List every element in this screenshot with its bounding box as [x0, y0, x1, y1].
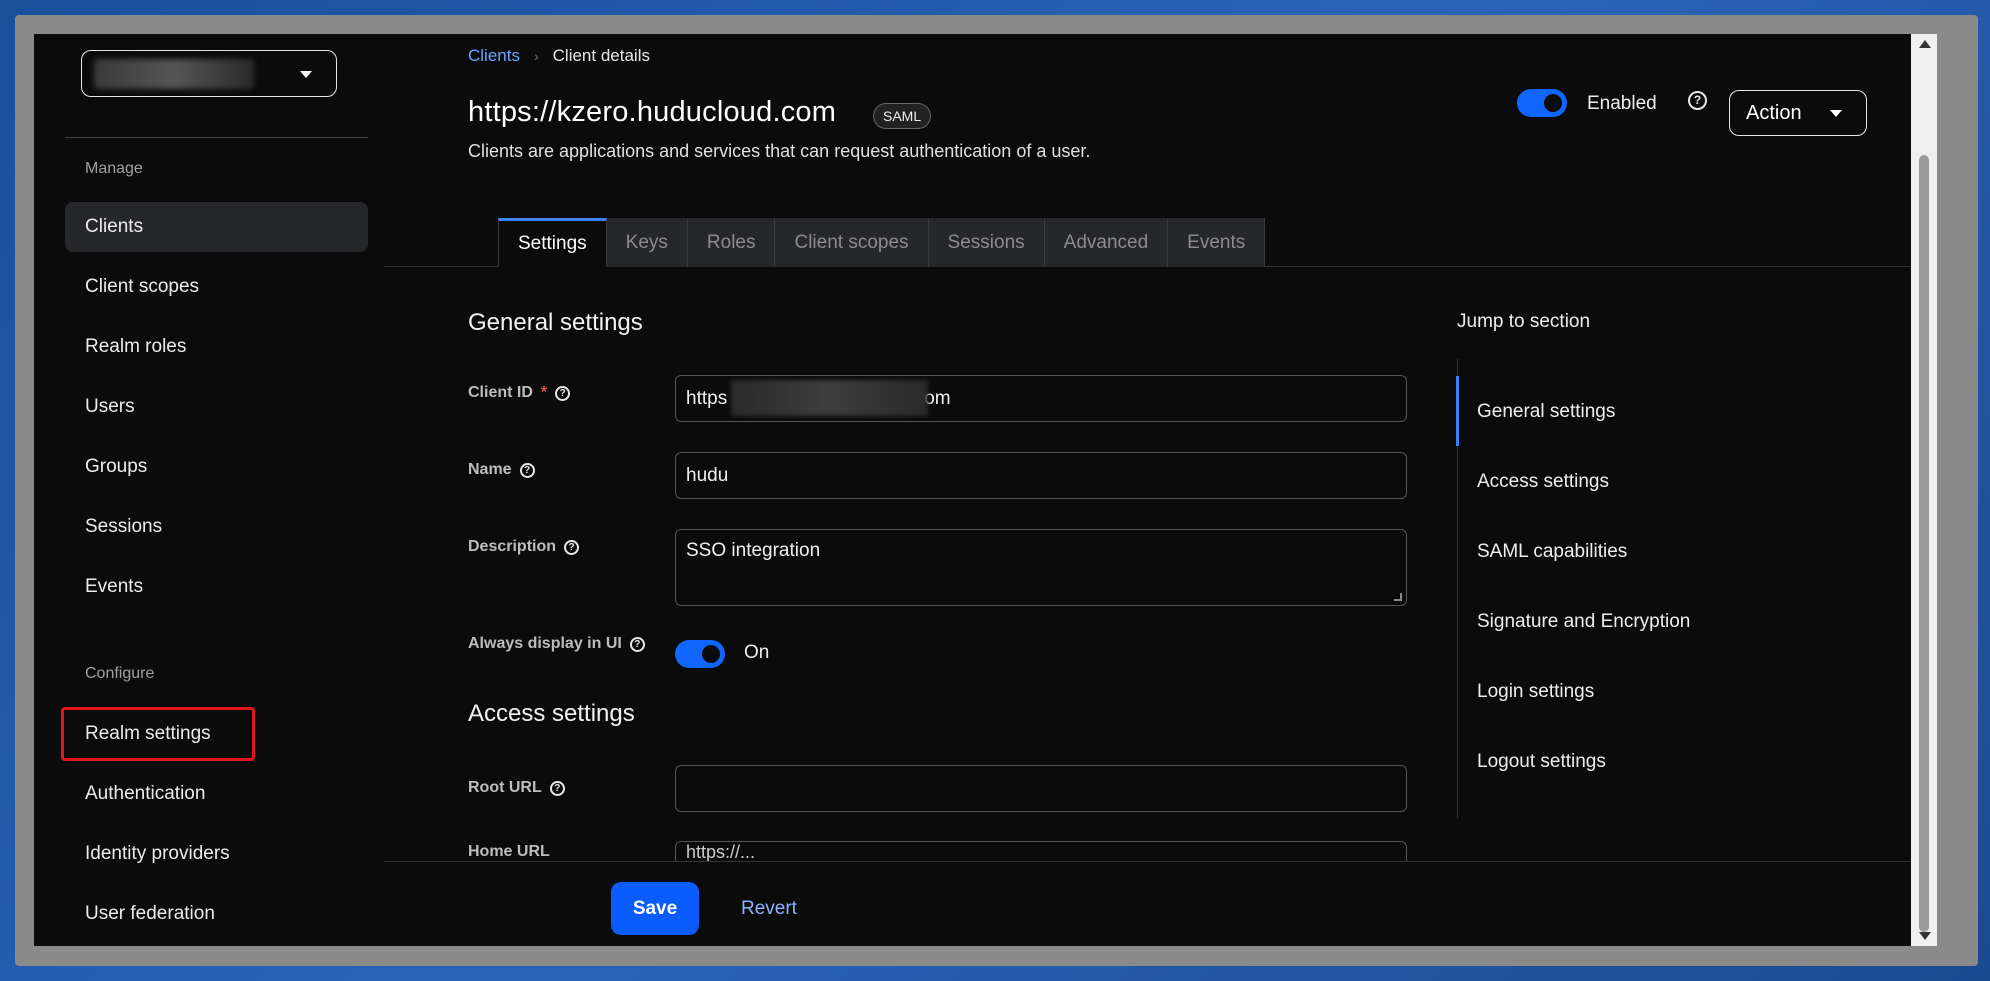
- scroll-thumb[interactable]: [1919, 155, 1929, 932]
- page-subtitle: Clients are applications and services th…: [468, 141, 1091, 161]
- tab-roles[interactable]: Roles: [687, 218, 776, 267]
- jump-access-settings[interactable]: Access settings: [1477, 471, 1609, 493]
- chevron-down-icon: [300, 71, 312, 78]
- name-label-text: Name: [468, 461, 512, 478]
- always-display-toggle[interactable]: [675, 640, 725, 668]
- action-dropdown-button[interactable]: Action: [1729, 90, 1867, 136]
- tab-bar: Settings Keys Roles Client scopes Sessio…: [498, 218, 1266, 267]
- client-id-label-text: Client ID: [468, 384, 533, 401]
- sidebar: Manage Clients Client scopes Realm roles…: [34, 34, 384, 946]
- sidebar-item-sessions[interactable]: Sessions: [65, 502, 368, 552]
- realm-settings-highlight: [61, 707, 255, 761]
- tab-settings[interactable]: Settings: [498, 218, 607, 267]
- tab-advanced[interactable]: Advanced: [1044, 218, 1169, 267]
- vertical-scrollbar[interactable]: [1911, 34, 1937, 946]
- sidebar-item-user-federation[interactable]: User federation: [65, 889, 368, 939]
- save-button[interactable]: Save: [611, 882, 699, 935]
- client-id-redaction: [731, 380, 928, 416]
- enabled-toggle[interactable]: [1517, 89, 1567, 117]
- revert-button[interactable]: Revert: [741, 898, 797, 920]
- sidebar-item-clients[interactable]: Clients: [65, 202, 368, 252]
- help-icon[interactable]: ?: [555, 385, 571, 401]
- always-display-value: On: [744, 642, 770, 663]
- client-id-suffix: om: [924, 388, 951, 409]
- help-icon[interactable]: ?: [549, 780, 565, 796]
- jump-active-indicator: [1456, 376, 1459, 446]
- jump-general-settings[interactable]: General settings: [1477, 401, 1615, 423]
- scroll-down-icon[interactable]: [1919, 932, 1931, 940]
- always-display-label-text: Always display in UI: [468, 635, 622, 652]
- client-id-input[interactable]: https om: [675, 375, 1407, 422]
- root-url-label-text: Root URL: [468, 779, 542, 796]
- name-input[interactable]: hudu: [675, 452, 1407, 499]
- help-icon[interactable]: ?: [564, 539, 580, 555]
- description-label-text: Description: [468, 538, 557, 555]
- sidebar-item-identity-providers[interactable]: Identity providers: [65, 829, 368, 879]
- enabled-label: Enabled: [1587, 93, 1657, 114]
- action-label: Action: [1746, 102, 1802, 124]
- sidebar-item-authentication[interactable]: Authentication: [65, 769, 368, 819]
- sidebar-item-users[interactable]: Users: [65, 382, 368, 432]
- breadcrumb: Clients › Client details: [468, 46, 650, 66]
- jump-to-section-title: Jump to section: [1457, 311, 1591, 332]
- client-id-prefix: https: [686, 388, 728, 409]
- required-asterisk: *: [540, 384, 548, 401]
- manage-group-label: Manage: [85, 160, 143, 177]
- form-footer: Save Revert: [384, 861, 1937, 946]
- protocol-badge: SAML: [873, 103, 932, 129]
- home-url-label: Home URL: [468, 843, 550, 860]
- sidebar-item-events[interactable]: Events: [65, 562, 368, 612]
- configure-group-label: Configure: [85, 665, 155, 682]
- help-icon[interactable]: ?: [519, 462, 535, 478]
- tab-sessions[interactable]: Sessions: [928, 218, 1045, 267]
- tab-keys[interactable]: Keys: [606, 218, 688, 267]
- name-label: Name ?: [468, 461, 535, 479]
- description-value: SSO integration: [686, 540, 821, 561]
- jump-logout-settings[interactable]: Logout settings: [1477, 751, 1606, 773]
- main-content: Clients › Client details https://kzero.hud…: [384, 34, 1937, 946]
- sidebar-item-groups[interactable]: Groups: [65, 442, 368, 492]
- sidebar-item-realm-roles[interactable]: Realm roles: [65, 322, 368, 372]
- always-display-label: Always display in UI ?: [468, 635, 645, 653]
- app-window: Manage Clients Client scopes Realm roles…: [34, 34, 1937, 946]
- client-id-label: Client ID * ?: [468, 384, 571, 402]
- description-textarea[interactable]: SSO integration: [675, 529, 1407, 606]
- page-title: https://kzero.huducloud.com: [468, 96, 837, 128]
- breadcrumb-current: Client details: [552, 46, 650, 65]
- sidebar-item-client-scopes[interactable]: Client scopes: [65, 262, 368, 312]
- scroll-up-icon[interactable]: [1919, 40, 1931, 48]
- resize-handle-icon[interactable]: [1394, 593, 1402, 601]
- general-settings-heading: General settings: [468, 309, 643, 336]
- jump-signature-encryption[interactable]: Signature and Encryption: [1477, 611, 1690, 633]
- jump-saml-capabilities[interactable]: SAML capabilities: [1477, 541, 1627, 563]
- sidebar-divider: [65, 137, 368, 138]
- help-icon[interactable]: ?: [629, 636, 645, 652]
- jump-login-settings[interactable]: Login settings: [1477, 681, 1594, 703]
- realm-name-redacted: [94, 59, 254, 89]
- breadcrumb-separator-icon: ›: [533, 48, 539, 64]
- breadcrumb-clients-link[interactable]: Clients: [468, 46, 520, 65]
- root-url-label: Root URL ?: [468, 779, 565, 797]
- realm-selector[interactable]: [81, 50, 337, 97]
- help-icon[interactable]: ?: [1688, 91, 1707, 110]
- tab-events[interactable]: Events: [1168, 218, 1266, 267]
- chevron-down-icon: [1830, 110, 1842, 117]
- access-settings-heading: Access settings: [468, 700, 635, 727]
- description-label: Description ?: [468, 538, 580, 556]
- tab-client-scopes[interactable]: Client scopes: [775, 218, 929, 267]
- root-url-input[interactable]: [675, 765, 1407, 812]
